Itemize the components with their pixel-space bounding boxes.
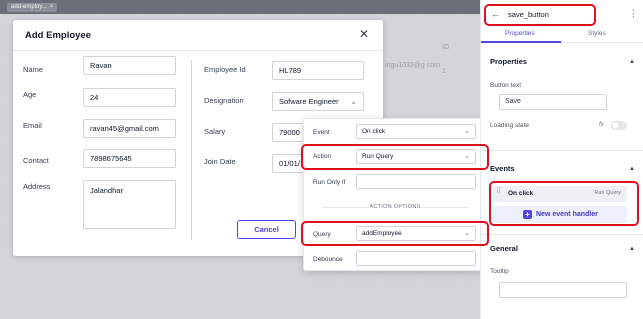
salary-label: Salary <box>204 127 226 136</box>
event-select[interactable]: On click ⌄ <box>356 124 476 139</box>
collapse-caret-icon[interactable]: ▲ <box>629 246 635 252</box>
more-options-icon[interactable]: ⋮ <box>629 8 638 19</box>
table-cell: ID <box>442 44 449 51</box>
address-label: Address <box>23 182 51 191</box>
tab-properties[interactable]: Properties <box>505 30 535 37</box>
tooltip-label: Tooltip <box>490 268 509 275</box>
event-handler-popover: Event On click ⌄ Action Run Query ⌄ Run … <box>303 118 485 271</box>
address-textarea[interactable]: Jalandhar <box>83 180 176 229</box>
background-table: ID ingu1032@g com 1 <box>385 40 480 100</box>
table-cell: 1 <box>442 68 446 75</box>
run-only-if-label: Run Only If <box>313 179 346 186</box>
fx-icon[interactable]: fx <box>599 122 604 128</box>
collapse-caret-icon[interactable]: ▲ <box>629 166 635 172</box>
employee-id-input[interactable]: HL789 <box>272 61 364 80</box>
button-text-input[interactable]: Save <box>499 94 607 110</box>
action-options-heading: ACTION OPTIONS <box>304 204 486 210</box>
chevron-down-icon: ⌄ <box>350 97 357 106</box>
table-cell: ingu1032@g com <box>385 62 440 69</box>
close-icon[interactable]: × <box>50 4 54 10</box>
designation-label: Designation <box>204 96 244 105</box>
section-divider <box>481 234 643 235</box>
modal-title: Add Employee <box>25 30 91 41</box>
contact-input[interactable]: 7898675645 <box>83 149 176 168</box>
loading-state-label: Loading state <box>490 122 530 129</box>
debounce-input[interactable] <box>356 251 476 266</box>
properties-section-title[interactable]: Properties <box>490 57 527 66</box>
email-label: Email <box>23 121 42 130</box>
event-label: Event <box>313 129 330 136</box>
age-label: Age <box>23 90 37 99</box>
modal-divider <box>13 50 383 51</box>
event-value: On click <box>362 128 386 135</box>
general-section-title[interactable]: General <box>490 244 518 253</box>
cancel-button[interactable]: Cancel <box>237 220 296 239</box>
tab-styles[interactable]: Styles <box>588 30 606 37</box>
active-tab-indicator <box>481 41 561 43</box>
join-date-label: Join Date <box>204 157 236 166</box>
button-text-label: Button text <box>490 82 522 89</box>
name-label: Name <box>23 65 44 74</box>
inspector-panel: ← save_button ⋮ Properties Styles Proper… <box>480 0 643 319</box>
column-separator <box>191 60 192 240</box>
section-divider <box>481 150 643 151</box>
debounce-label: Debounce <box>313 256 343 263</box>
highlight-query-row <box>301 221 489 246</box>
collapse-caret-icon[interactable]: ▲ <box>629 59 635 65</box>
highlight-events <box>489 181 639 226</box>
contact-label: Contact <box>23 156 49 165</box>
employee-id-label: Employee Id <box>204 65 246 74</box>
age-input[interactable]: 24 <box>83 88 176 107</box>
designation-select[interactable]: Sofware Engineer ⌄ <box>272 92 364 111</box>
tooltip-input[interactable] <box>499 282 627 298</box>
email-input[interactable]: ravan45@gmail.com <box>83 119 176 138</box>
component-tag[interactable]: add-employ... × <box>7 3 58 12</box>
close-icon[interactable]: ✕ <box>356 26 372 42</box>
canvas-header-bar <box>0 0 480 14</box>
component-tag-label: add-employ... <box>11 4 47 10</box>
loading-state-toggle[interactable] <box>611 121 627 130</box>
highlight-action-row <box>301 144 489 170</box>
chevron-down-icon: ⌄ <box>464 128 470 135</box>
highlight-component-name <box>484 4 596 26</box>
name-input[interactable]: Ravan <box>83 56 176 75</box>
run-only-if-input[interactable] <box>356 174 476 189</box>
events-section-title[interactable]: Events <box>490 164 515 173</box>
designation-value: Sofware Engineer <box>279 97 339 106</box>
